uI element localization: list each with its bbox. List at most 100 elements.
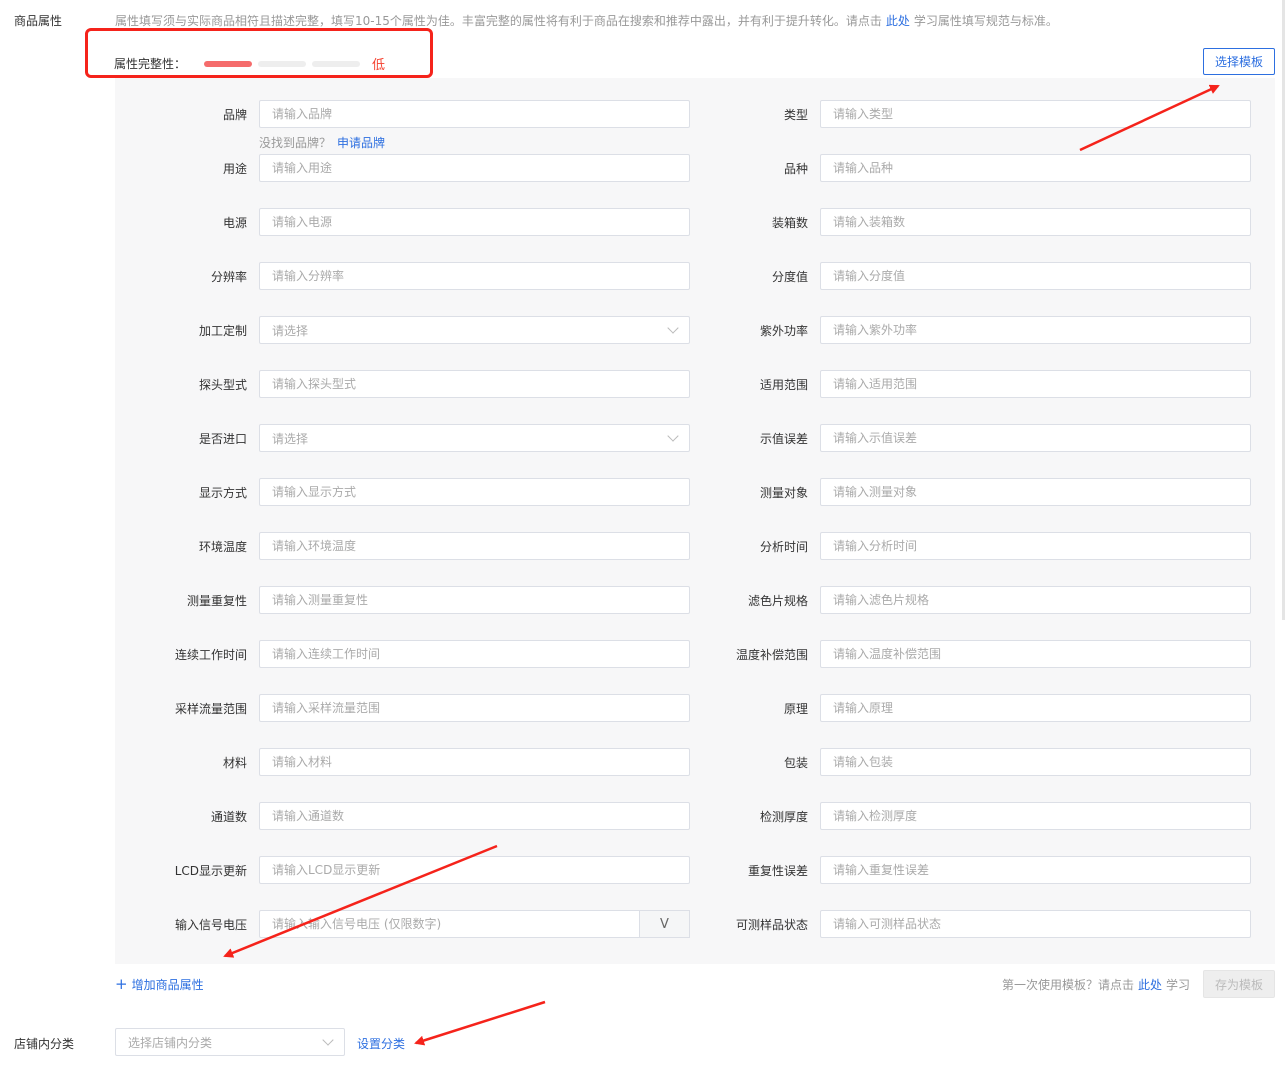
attributes-hint: 属性填写须与实际商品相符且描述完整，填写10-15个属性为佳。丰富完整的属性将有…	[115, 12, 1058, 29]
field-label: 类型	[783, 107, 808, 122]
attribute-input[interactable]	[259, 748, 690, 776]
shop-category-placeholder: 选择店铺内分类	[128, 1035, 213, 1050]
attribute-input[interactable]	[259, 154, 690, 182]
attribute-input[interactable]	[259, 694, 690, 722]
field-label: 重复性误差	[747, 863, 808, 878]
field-label: 温度补偿范围	[735, 647, 808, 662]
field-label: 环境温度	[198, 539, 247, 554]
field-label: 检测厚度	[759, 809, 808, 824]
left-field-6: 是否进口 请选择	[199, 424, 690, 452]
attribute-input[interactable]	[820, 370, 1251, 398]
unit-select[interactable]: V	[640, 910, 690, 938]
save-template-button[interactable]: 存为模板	[1203, 970, 1275, 998]
attribute-input[interactable]	[259, 532, 690, 560]
attribute-input[interactable]	[820, 316, 1251, 344]
select-placeholder: 请选择	[272, 431, 309, 446]
right-field-7: 测量对象	[760, 478, 1251, 506]
select-template-button[interactable]: 选择模板	[1203, 48, 1275, 75]
attribute-input[interactable]	[820, 478, 1251, 506]
attribute-input[interactable]	[259, 640, 690, 668]
attribute-input[interactable]	[820, 748, 1251, 776]
left-field-3: 分辨率	[211, 262, 690, 290]
left-field-7: 显示方式	[199, 478, 690, 506]
field-label: 分辨率	[210, 269, 247, 284]
left-field-11: 采样流量范围	[175, 694, 690, 722]
field-label: 显示方式	[198, 485, 247, 500]
field-label: 品牌	[222, 107, 247, 122]
right-field-4: 紫外功率	[760, 316, 1251, 344]
select-placeholder: 请选择	[272, 323, 309, 338]
brand-tip: 没找到品牌？ 申请品牌	[259, 134, 385, 151]
attribute-input[interactable]	[259, 478, 690, 506]
first-use-text: 第一次使用模板？请点击	[1002, 978, 1135, 992]
attribute-input[interactable]	[259, 910, 640, 938]
field-label: 采样流量范围	[174, 701, 247, 716]
right-field-5: 适用范围	[760, 370, 1251, 398]
attribute-input[interactable]	[820, 262, 1251, 290]
brand-tip-text: 没找到品牌？	[259, 136, 332, 150]
plus-icon: +	[115, 975, 128, 993]
right-field-14: 重复性误差	[748, 856, 1251, 884]
attribute-input[interactable]	[820, 694, 1251, 722]
left-field-14: LCD显示更新	[175, 856, 690, 884]
attribute-input[interactable]	[259, 262, 690, 290]
attribute-input[interactable]	[820, 856, 1251, 884]
attribute-input[interactable]	[820, 802, 1251, 830]
right-field-9: 滤色片规格	[748, 586, 1251, 614]
unit-input-group: V	[259, 910, 690, 938]
hint-text: 属性填写须与实际商品相符且描述完整，填写10-15个属性为佳。丰富完整的属性将有…	[115, 14, 882, 28]
right-field-11: 原理	[784, 694, 1251, 722]
attribute-input[interactable]	[259, 208, 690, 236]
set-category-link[interactable]: 设置分类	[357, 1035, 405, 1052]
left-field-12: 材料	[223, 748, 690, 776]
right-field-3: 分度值	[772, 262, 1251, 290]
right-field-1: 品种	[784, 154, 1251, 182]
left-field-13: 通道数	[211, 802, 690, 830]
attribute-input[interactable]	[259, 370, 690, 398]
attribute-input[interactable]	[820, 100, 1251, 128]
apply-brand-link[interactable]: 申请品牌	[337, 136, 385, 150]
field-label: 原理	[783, 701, 808, 716]
field-label: 探头型式	[198, 377, 247, 392]
chevron-down-icon	[667, 430, 679, 442]
attribute-input[interactable]	[820, 154, 1251, 182]
attribute-input[interactable]	[820, 910, 1251, 938]
attribute-input[interactable]	[259, 586, 690, 614]
field-label: 紫外功率	[759, 323, 808, 338]
attribute-input[interactable]	[820, 532, 1251, 560]
attribute-select[interactable]: 请选择	[259, 424, 690, 452]
field-label: 滤色片规格	[747, 593, 808, 608]
first-use-link[interactable]: 此处	[1138, 978, 1162, 992]
right-field-12: 包装	[784, 748, 1251, 776]
add-attribute-label: 增加商品属性	[131, 978, 204, 992]
field-label: 测量重复性	[186, 593, 247, 608]
attribute-input[interactable]	[820, 424, 1251, 452]
field-label: 装箱数	[771, 215, 808, 230]
chevron-down-icon	[322, 1034, 334, 1046]
field-label: 输入信号电压	[174, 917, 247, 932]
field-label: 连续工作时间	[174, 647, 247, 662]
left-field-0: 品牌	[223, 100, 690, 128]
hint-text-after: 学习属性填写规范与标准。	[913, 14, 1058, 28]
field-label: LCD显示更新	[174, 863, 247, 878]
shop-category-label: 店铺内分类	[14, 1037, 75, 1051]
field-label: 可测样品状态	[735, 917, 808, 932]
attribute-input[interactable]	[820, 640, 1251, 668]
attribute-input[interactable]	[820, 586, 1251, 614]
attribute-input[interactable]	[259, 856, 690, 884]
add-attribute-link[interactable]: + 增加商品属性	[115, 976, 204, 993]
product-attributes-label: 商品属性	[14, 14, 63, 28]
left-field-15: 输入信号电压 V	[175, 910, 690, 938]
field-label: 加工定制	[198, 323, 247, 338]
attribute-select[interactable]: 请选择	[259, 316, 690, 344]
shop-category-select[interactable]: 选择店铺内分类	[115, 1028, 345, 1056]
right-field-10: 温度补偿范围	[736, 640, 1251, 668]
field-label: 分析时间	[759, 539, 808, 554]
field-label: 电源	[222, 215, 247, 230]
attribute-input[interactable]	[820, 208, 1251, 236]
right-field-15: 可测样品状态	[736, 910, 1251, 938]
hint-link[interactable]: 此处	[886, 14, 910, 28]
attribute-input[interactable]	[259, 802, 690, 830]
annotation-highlight-box	[85, 28, 433, 78]
attribute-input[interactable]	[259, 100, 690, 128]
